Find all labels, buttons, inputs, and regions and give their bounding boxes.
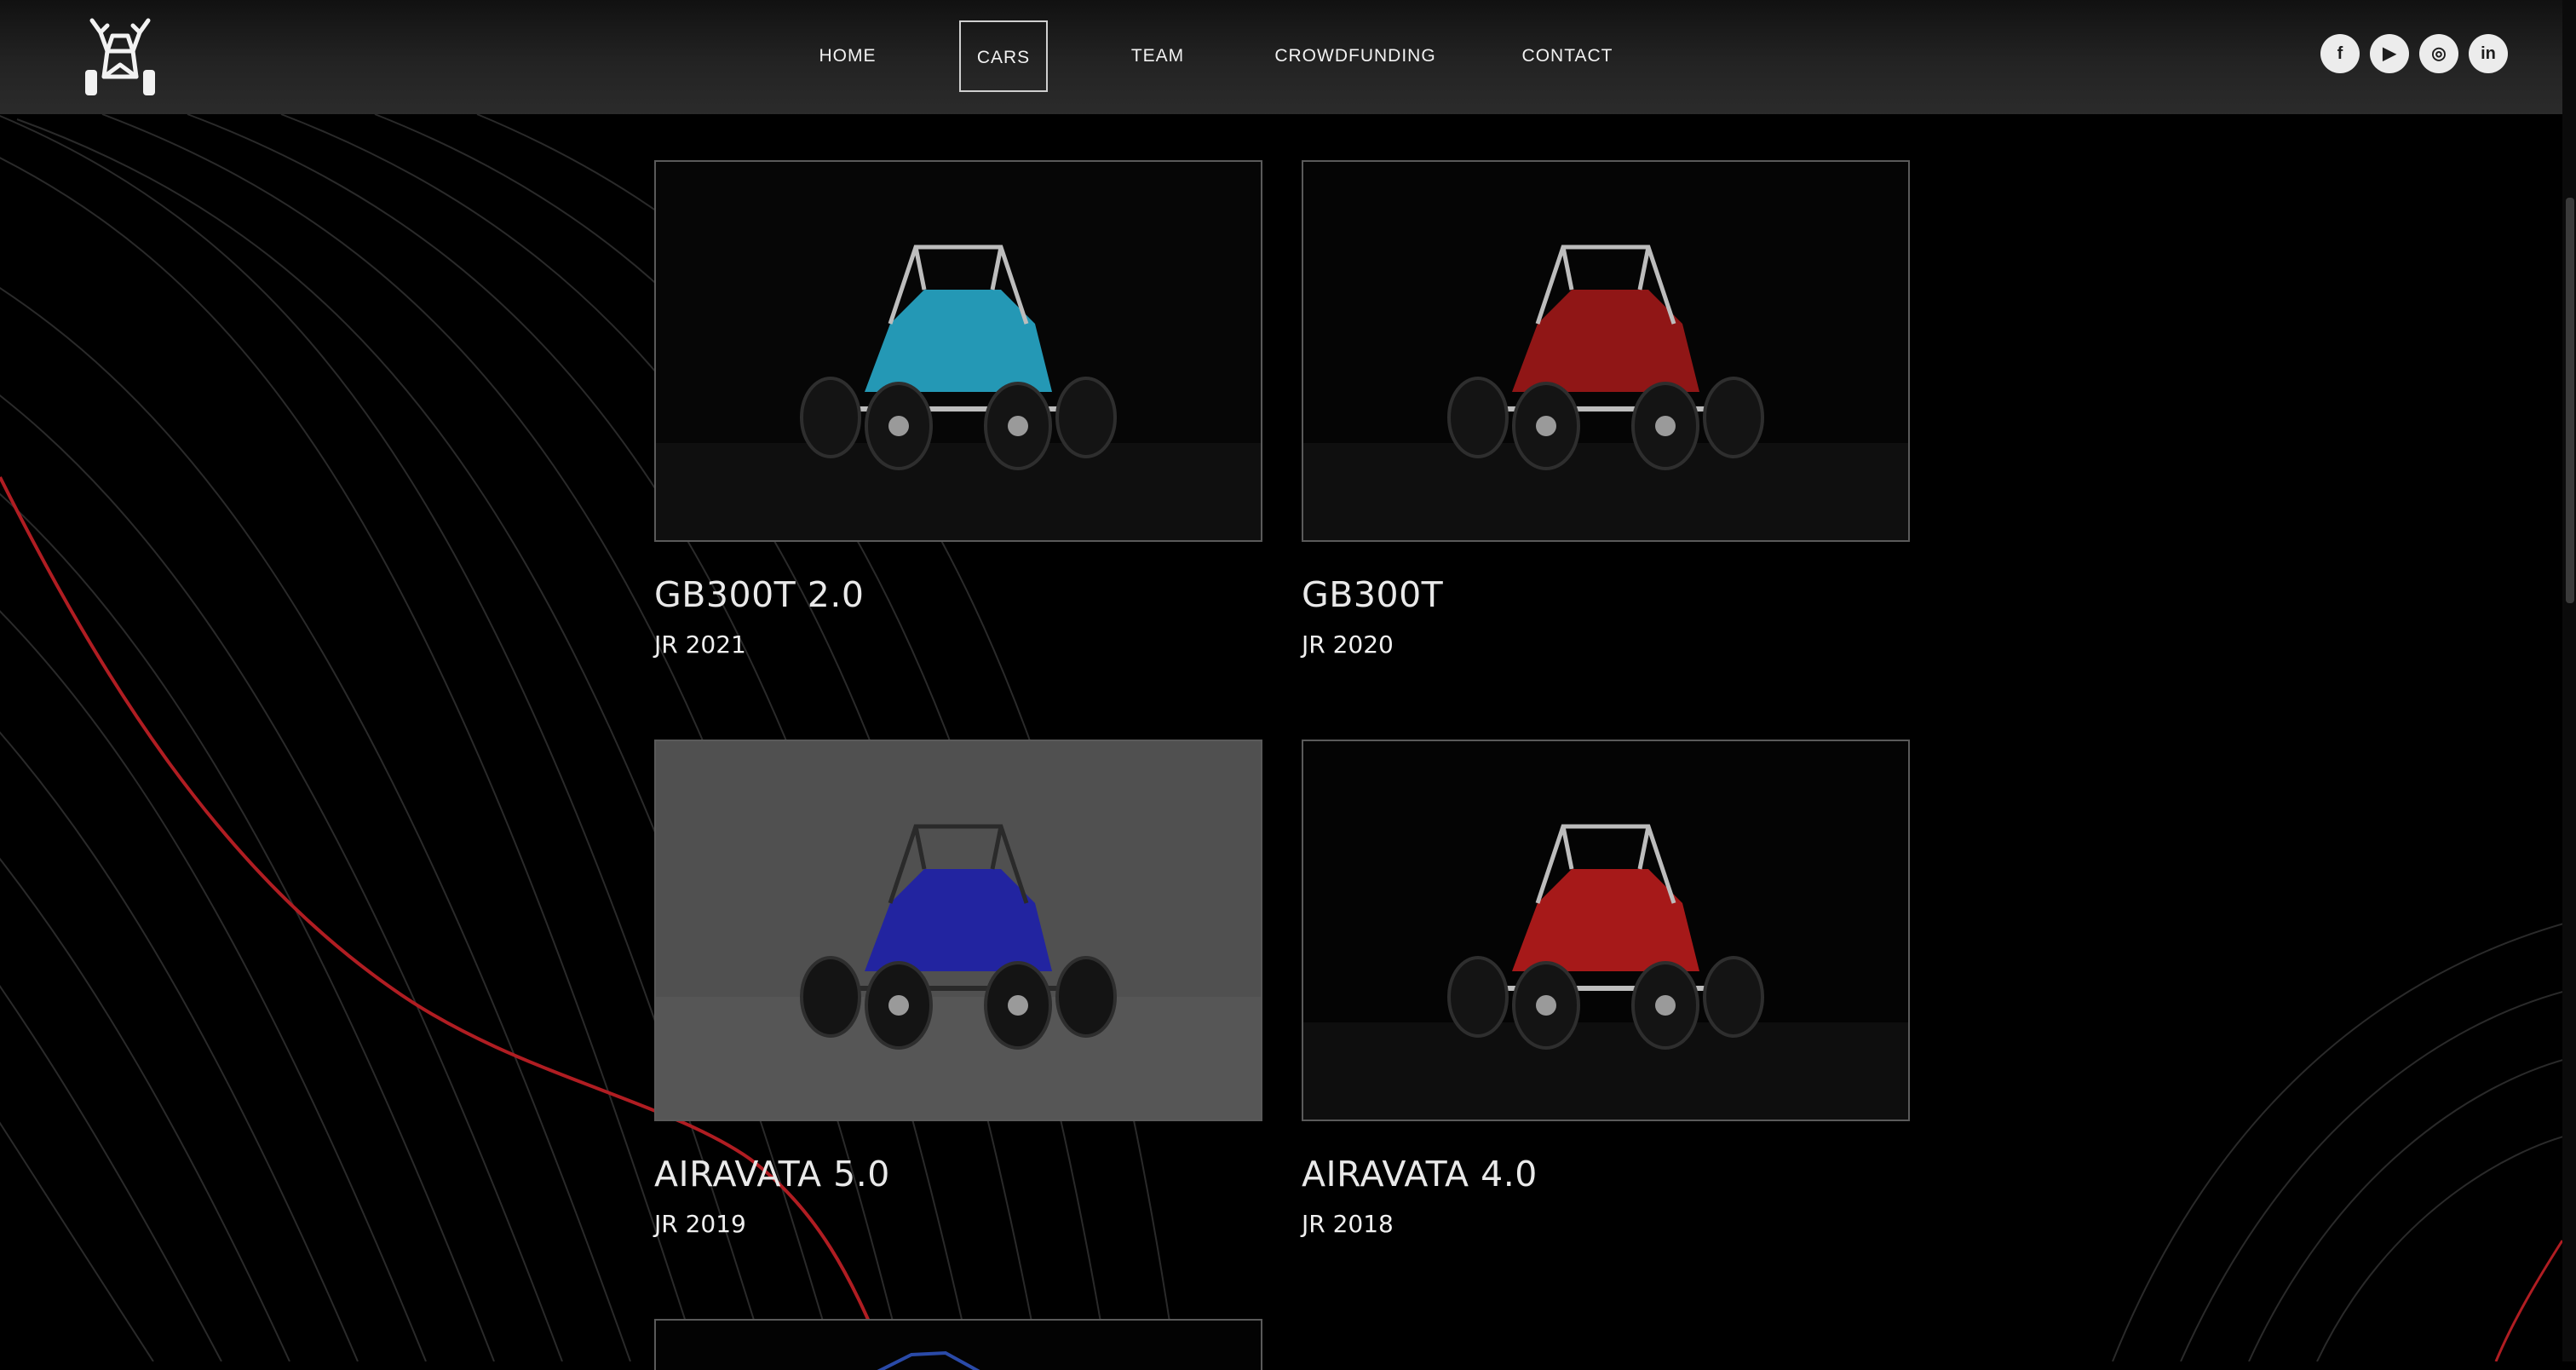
car-year: JR 2021 [654, 630, 746, 659]
nav-item-team[interactable]: TEAM [1107, 20, 1208, 92]
car-card[interactable]: AIRAVATA 5.0 JR 2019 [654, 740, 1262, 1238]
instagram-icon[interactable]: ◎ [2419, 34, 2458, 73]
car-card[interactable]: GB300T JR 2020 [1302, 160, 1910, 659]
car-image-partial [656, 1321, 1261, 1370]
car-name[interactable]: GB300T [1302, 574, 1910, 615]
main-nav: HOME CARS TEAM CROWDFUNDING CONTACT [0, 0, 2562, 114]
car-image[interactable] [1302, 740, 1910, 1121]
car-name[interactable]: AIRAVATA 4.0 [1302, 1154, 1910, 1194]
facebook-icon[interactable]: f [2320, 34, 2360, 73]
background-contour-lines [0, 113, 2576, 1361]
nav-item-crowdfunding[interactable]: CROWDFUNDING [1273, 20, 1438, 92]
page-scrollbar[interactable] [2562, 0, 2576, 1361]
nav-item-home[interactable]: HOME [808, 20, 888, 92]
top-navigation-bar: HOME CARS TEAM CROWDFUNDING CONTACT f ▶ ◎ in [0, 0, 2562, 114]
car-image[interactable] [1302, 160, 1910, 542]
car-image[interactable] [654, 740, 1262, 1121]
car-card-partial[interactable] [654, 1319, 1262, 1370]
linkedin-icon[interactable]: in [2469, 34, 2508, 73]
car-year: JR 2020 [1302, 630, 1394, 659]
nav-item-contact[interactable]: CONTACT [1506, 20, 1629, 92]
youtube-icon[interactable]: ▶ [2370, 34, 2409, 73]
car-name[interactable]: AIRAVATA 5.0 [654, 1154, 1262, 1194]
car-card[interactable]: AIRAVATA 4.0 JR 2018 [1302, 740, 1910, 1238]
nav-item-cars[interactable]: CARS [959, 20, 1048, 92]
scrollbar-thumb[interactable] [2566, 198, 2574, 603]
car-image[interactable] [654, 160, 1262, 542]
car-name[interactable]: GB300T 2.0 [654, 574, 1262, 615]
car-year: JR 2019 [654, 1210, 746, 1238]
car-year: JR 2018 [1302, 1210, 1394, 1238]
car-card[interactable]: GB300T 2.0 JR 2021 [654, 160, 1262, 659]
